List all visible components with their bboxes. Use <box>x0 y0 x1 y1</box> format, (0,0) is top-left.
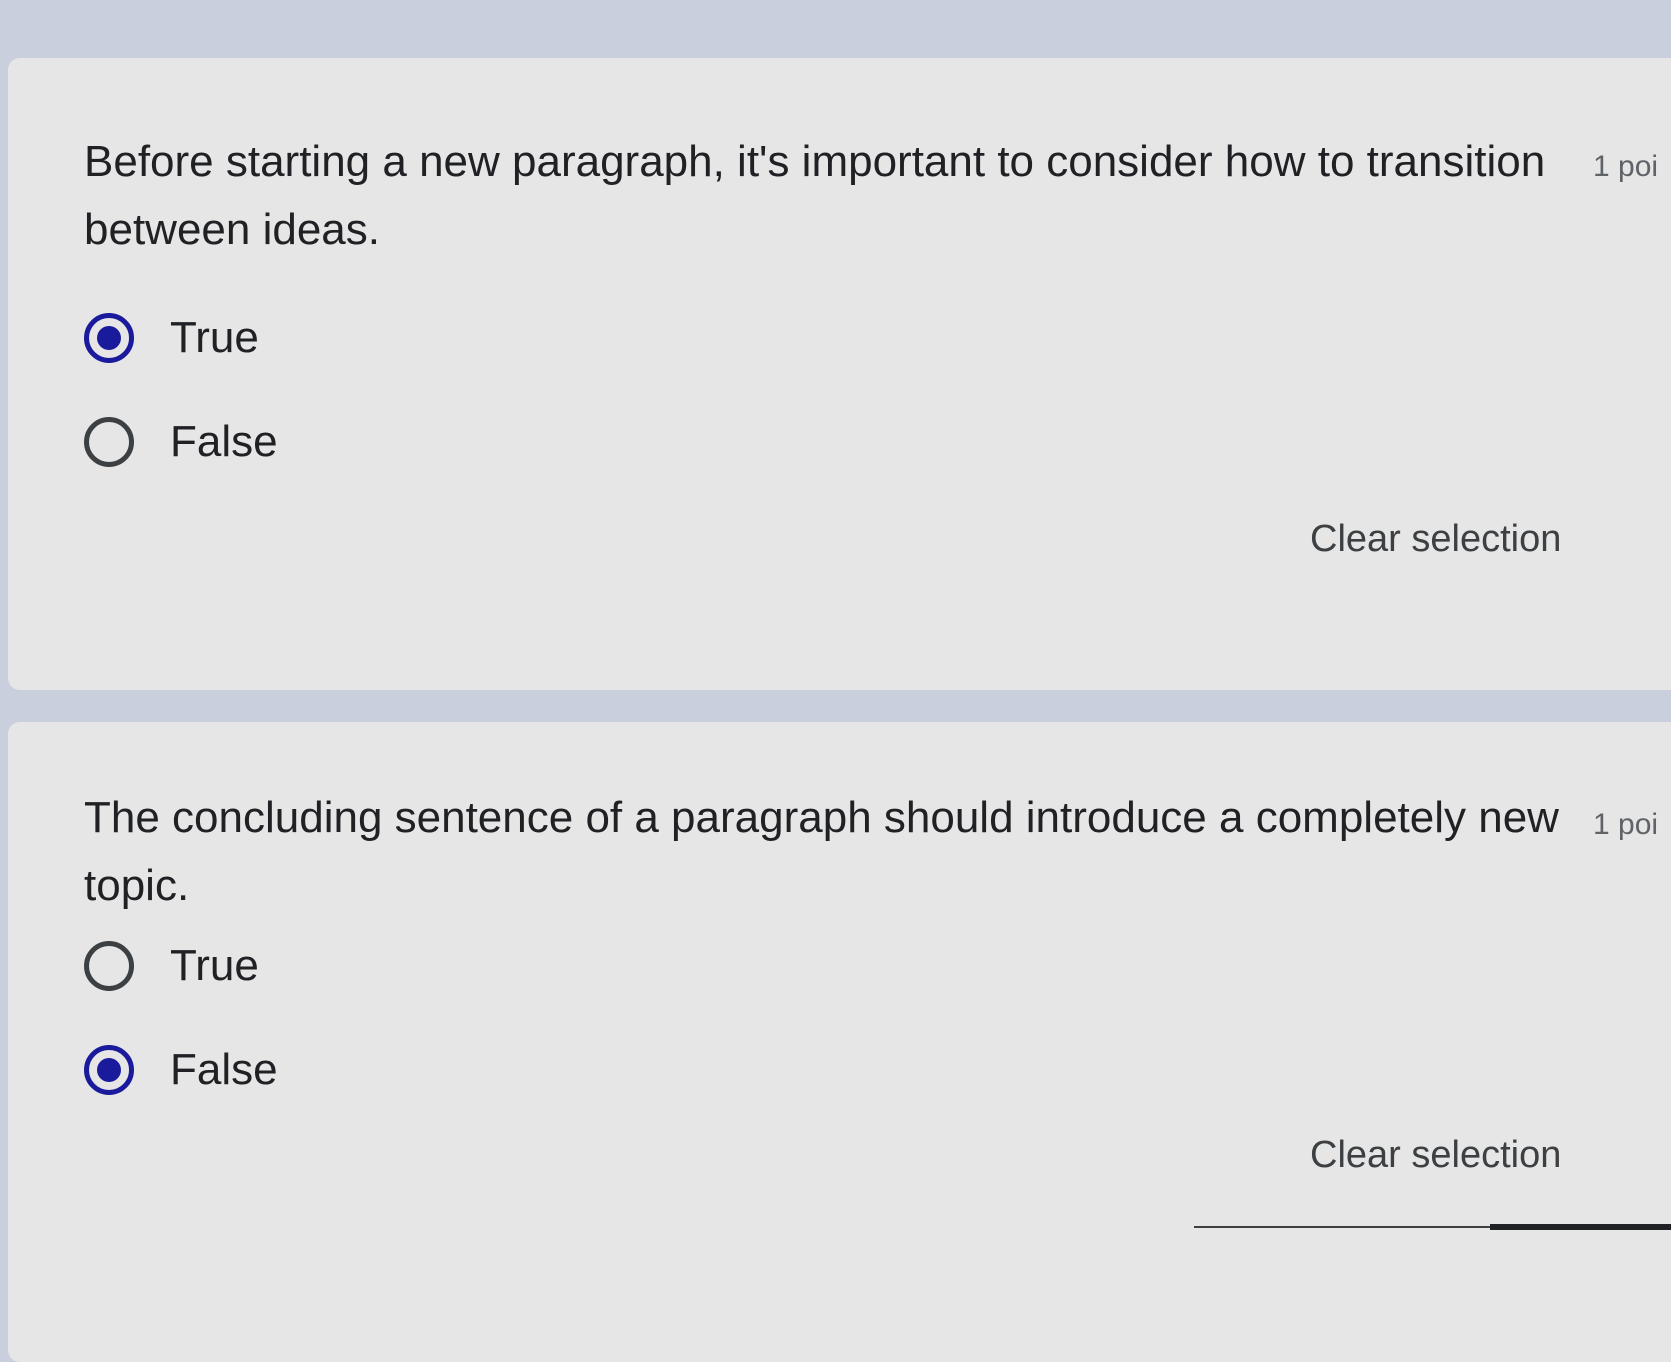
clear-selection-button[interactable]: Clear selection <box>1310 1134 1561 1177</box>
question-card-2: The concluding sentence of a paragraph s… <box>8 722 1671 1362</box>
option-true[interactable]: True <box>84 308 259 368</box>
radio-selected-icon[interactable] <box>84 313 134 363</box>
radio-unselected-icon[interactable] <box>84 417 134 467</box>
option-label: True <box>170 313 259 362</box>
radio-unselected-icon[interactable] <box>84 941 134 991</box>
option-true[interactable]: True <box>84 936 259 996</box>
clear-selection-button[interactable]: Clear selection <box>1310 518 1561 561</box>
page-progress-indicator <box>1490 1224 1671 1230</box>
option-label: True <box>170 941 259 990</box>
question-text: The concluding sentence of a paragraph s… <box>84 793 1559 910</box>
question-card-1: Before starting a new paragraph, it's im… <box>8 58 1671 690</box>
option-label: False <box>170 417 278 466</box>
option-false[interactable]: False <box>84 412 278 472</box>
radio-selected-icon[interactable] <box>84 1045 134 1095</box>
option-label: False <box>170 1045 278 1094</box>
points-label: 1 poi <box>1593 150 1659 183</box>
option-false[interactable]: False <box>84 1040 278 1100</box>
points-label: 1 poi <box>1593 808 1659 841</box>
question-text: Before starting a new paragraph, it's im… <box>84 137 1546 254</box>
